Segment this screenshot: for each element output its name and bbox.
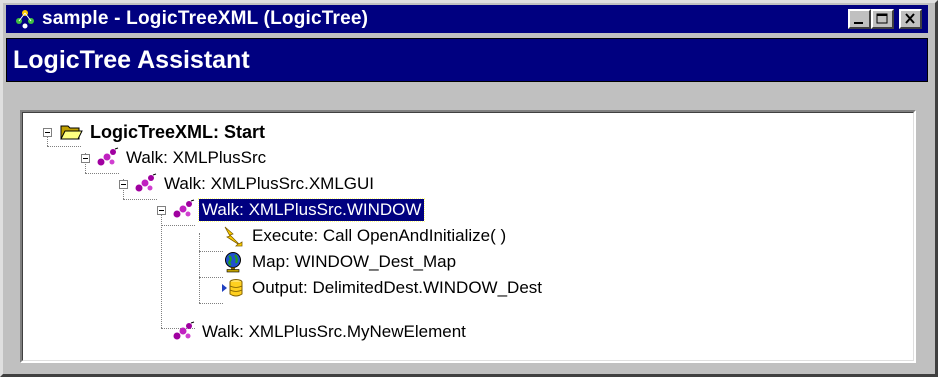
collapse-toggle[interactable]	[119, 180, 128, 189]
tree-node-label: Output: DelimitedDest.WINDOW_Dest	[252, 278, 543, 297]
app-icon	[16, 10, 34, 29]
collapse-toggle[interactable]	[81, 154, 90, 163]
tree-connector	[199, 251, 223, 252]
logictree-window: sample - LogicTreeXML (LogicTree) LogicT…	[0, 0, 938, 377]
tree-node-label: Walk: XMLPlusSrc.XMLGUI	[164, 174, 375, 193]
tree-node-walk-selected[interactable]: Walk: XMLPlusSrc.WINDOW	[171, 197, 426, 223]
globe-icon	[225, 252, 241, 273]
logic-tree-view[interactable]: LogicTreeXML: Start Walk: XMLPlusSrc Wal…	[20, 110, 916, 363]
tree-node-label: Walk: XMLPlusSrc.MyNewElement	[202, 322, 466, 341]
tree-connector	[199, 233, 200, 303]
tree-connector	[47, 146, 81, 147]
lightning-icon	[224, 226, 243, 247]
tree-connector	[85, 173, 119, 174]
walk-icon	[173, 199, 195, 218]
tree-node-label: Walk: XMLPlusSrc	[126, 148, 267, 167]
maximize-button[interactable]	[871, 9, 894, 29]
tree-connector	[199, 277, 223, 278]
tree-node-walk[interactable]: Walk: XMLPlusSrc	[95, 145, 269, 171]
minimize-button[interactable]	[848, 9, 871, 29]
title-bar[interactable]: sample - LogicTreeXML (LogicTree)	[6, 5, 928, 33]
tree-connector	[161, 225, 195, 226]
tree-node-output[interactable]: Output: DelimitedDest.WINDOW_Dest	[221, 275, 545, 301]
tree-node-execute[interactable]: Execute: Call OpenAndInitialize( )	[221, 223, 509, 249]
tree-node-map[interactable]: Map: WINDOW_Dest_Map	[221, 249, 459, 275]
banner-title: LogicTree Assistant	[13, 46, 250, 74]
tree-node-walk[interactable]: Walk: XMLPlusSrc.XMLGUI	[133, 171, 377, 197]
collapse-toggle[interactable]	[157, 206, 166, 215]
tree-node-label: Execute: Call OpenAndInitialize( )	[252, 226, 507, 245]
window-title: sample - LogicTreeXML (LogicTree)	[42, 8, 369, 29]
maximize-icon	[876, 13, 888, 24]
tree-viewport: LogicTreeXML: Start Walk: XMLPlusSrc Wal…	[22, 112, 914, 361]
assistant-banner: LogicTree Assistant	[6, 38, 928, 82]
close-icon	[905, 13, 915, 24]
walk-icon	[173, 321, 195, 340]
tree-node-walk[interactable]: Walk: XMLPlusSrc.MyNewElement	[171, 319, 469, 345]
walk-icon	[97, 147, 119, 166]
walk-icon	[135, 173, 157, 192]
folder-open-icon	[60, 125, 83, 140]
tree-connector	[123, 199, 157, 200]
tree-node-label: Walk: XMLPlusSrc.WINDOW	[197, 198, 426, 222]
collapse-toggle[interactable]	[43, 128, 52, 137]
tree-node-start[interactable]: LogicTreeXML: Start	[59, 119, 268, 145]
close-button[interactable]	[899, 9, 922, 29]
tree-connector	[199, 303, 223, 304]
tree-node-label: Map: WINDOW_Dest_Map	[252, 252, 457, 271]
tree-node-label: LogicTreeXML: Start	[90, 122, 266, 142]
minimize-icon	[854, 22, 863, 24]
database-output-icon	[222, 279, 243, 297]
